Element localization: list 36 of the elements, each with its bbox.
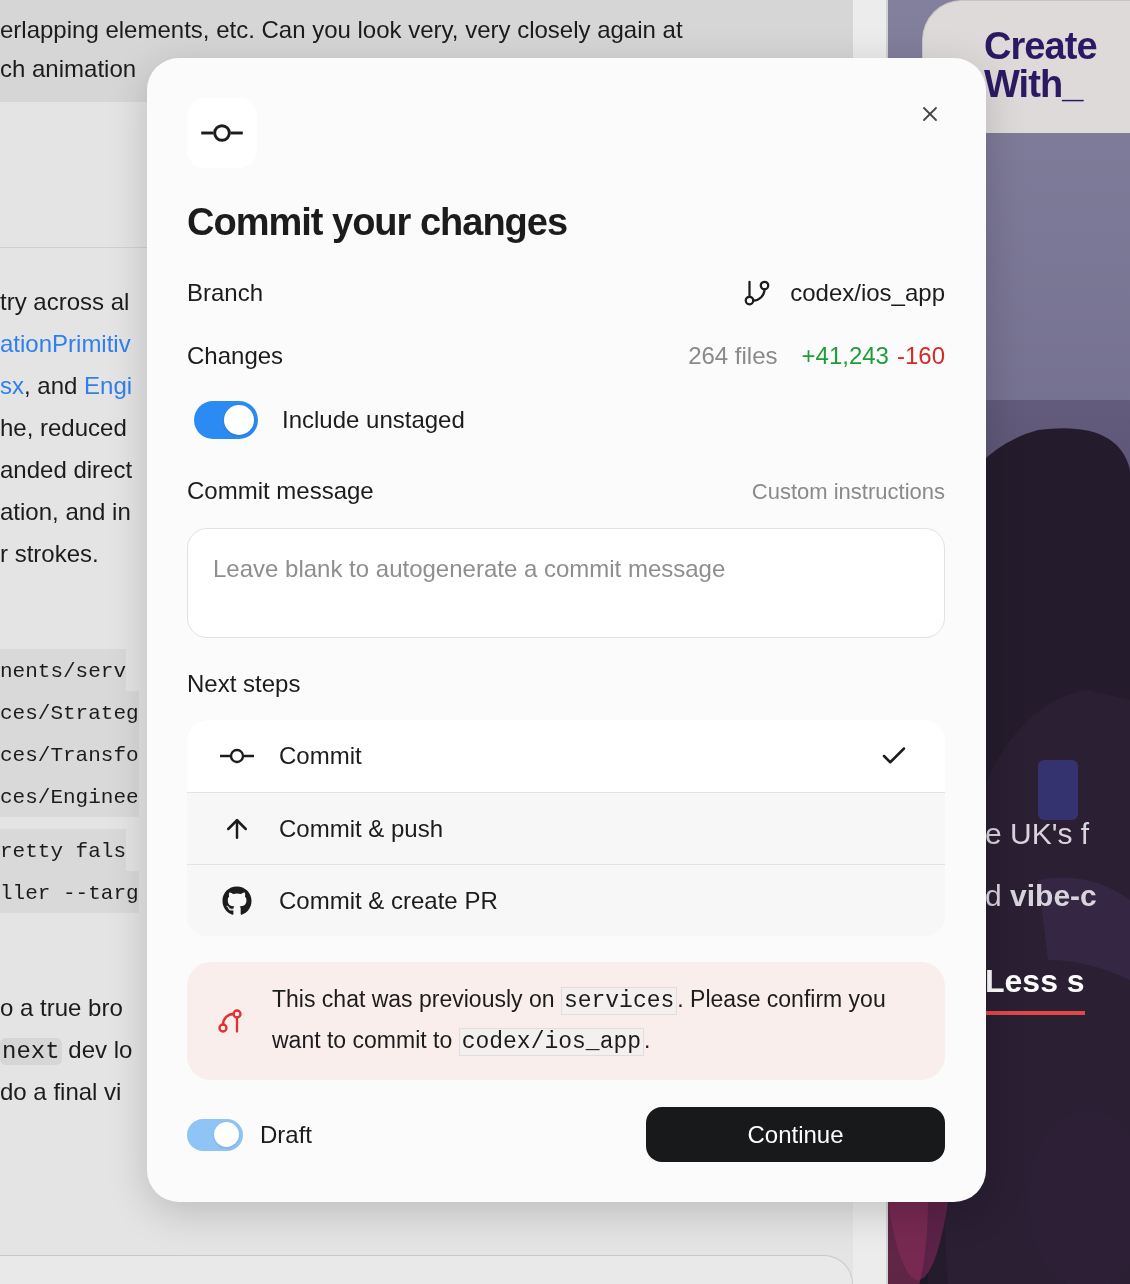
warning-text: This chat was previously on services. Please confirm you want to commit to codex/ios_app. — [272, 985, 887, 1058]
dialog-title: Commit your changes — [187, 200, 568, 245]
commit-message-field[interactable]: Leave blank to autogenerate a commit message — [187, 528, 945, 638]
commit-message-label: Commit message — [187, 476, 374, 506]
next-steps-label: Next steps — [187, 669, 301, 699]
message-text: ch animation — [0, 54, 137, 84]
next-step-option[interactable]: Commit — [187, 720, 945, 792]
github-icon — [222, 885, 252, 916]
message-input[interactable] — [0, 1255, 853, 1284]
branch-name: codex/ios_app — [790, 278, 945, 308]
branch-label: Branch — [187, 278, 264, 308]
commit-icon — [200, 123, 244, 143]
text-line: o a true bro — [0, 993, 123, 1023]
text-line: do a final vi — [0, 1077, 122, 1107]
draft-label: Draft — [260, 1119, 312, 1150]
text-line: anded direct — [0, 455, 133, 485]
text-line: he, reduced — [0, 413, 127, 443]
message-text: erlapping elements, etc. Can you look very, very closely again at — [0, 15, 683, 45]
include-unstaged-toggle[interactable] — [194, 401, 258, 439]
deletions-count: -160 — [896, 341, 945, 371]
continue-button[interactable]: Continue — [646, 1107, 945, 1162]
include-unstaged-label: Include unstaged — [282, 405, 465, 435]
text-line: r strokes. — [0, 539, 99, 569]
site-logo[interactable]: Create With_ — [984, 27, 1124, 103]
text-line: next dev lo — [0, 1035, 133, 1067]
changes-label: Changes — [187, 341, 284, 371]
text-line: try across al — [0, 287, 130, 317]
hero-text: e UK's f — [985, 816, 1091, 852]
text-line: ation, and in — [0, 497, 131, 527]
commit-icon — [219, 748, 255, 764]
branch-icon — [216, 1007, 244, 1035]
draft-toggle[interactable] — [187, 1118, 243, 1151]
file-count: 264 files — [688, 341, 778, 371]
hero-text: d vibe-c — [985, 878, 1098, 914]
text-line: sx, and Engi — [0, 371, 133, 401]
additions-count: +41,243 — [801, 341, 889, 371]
